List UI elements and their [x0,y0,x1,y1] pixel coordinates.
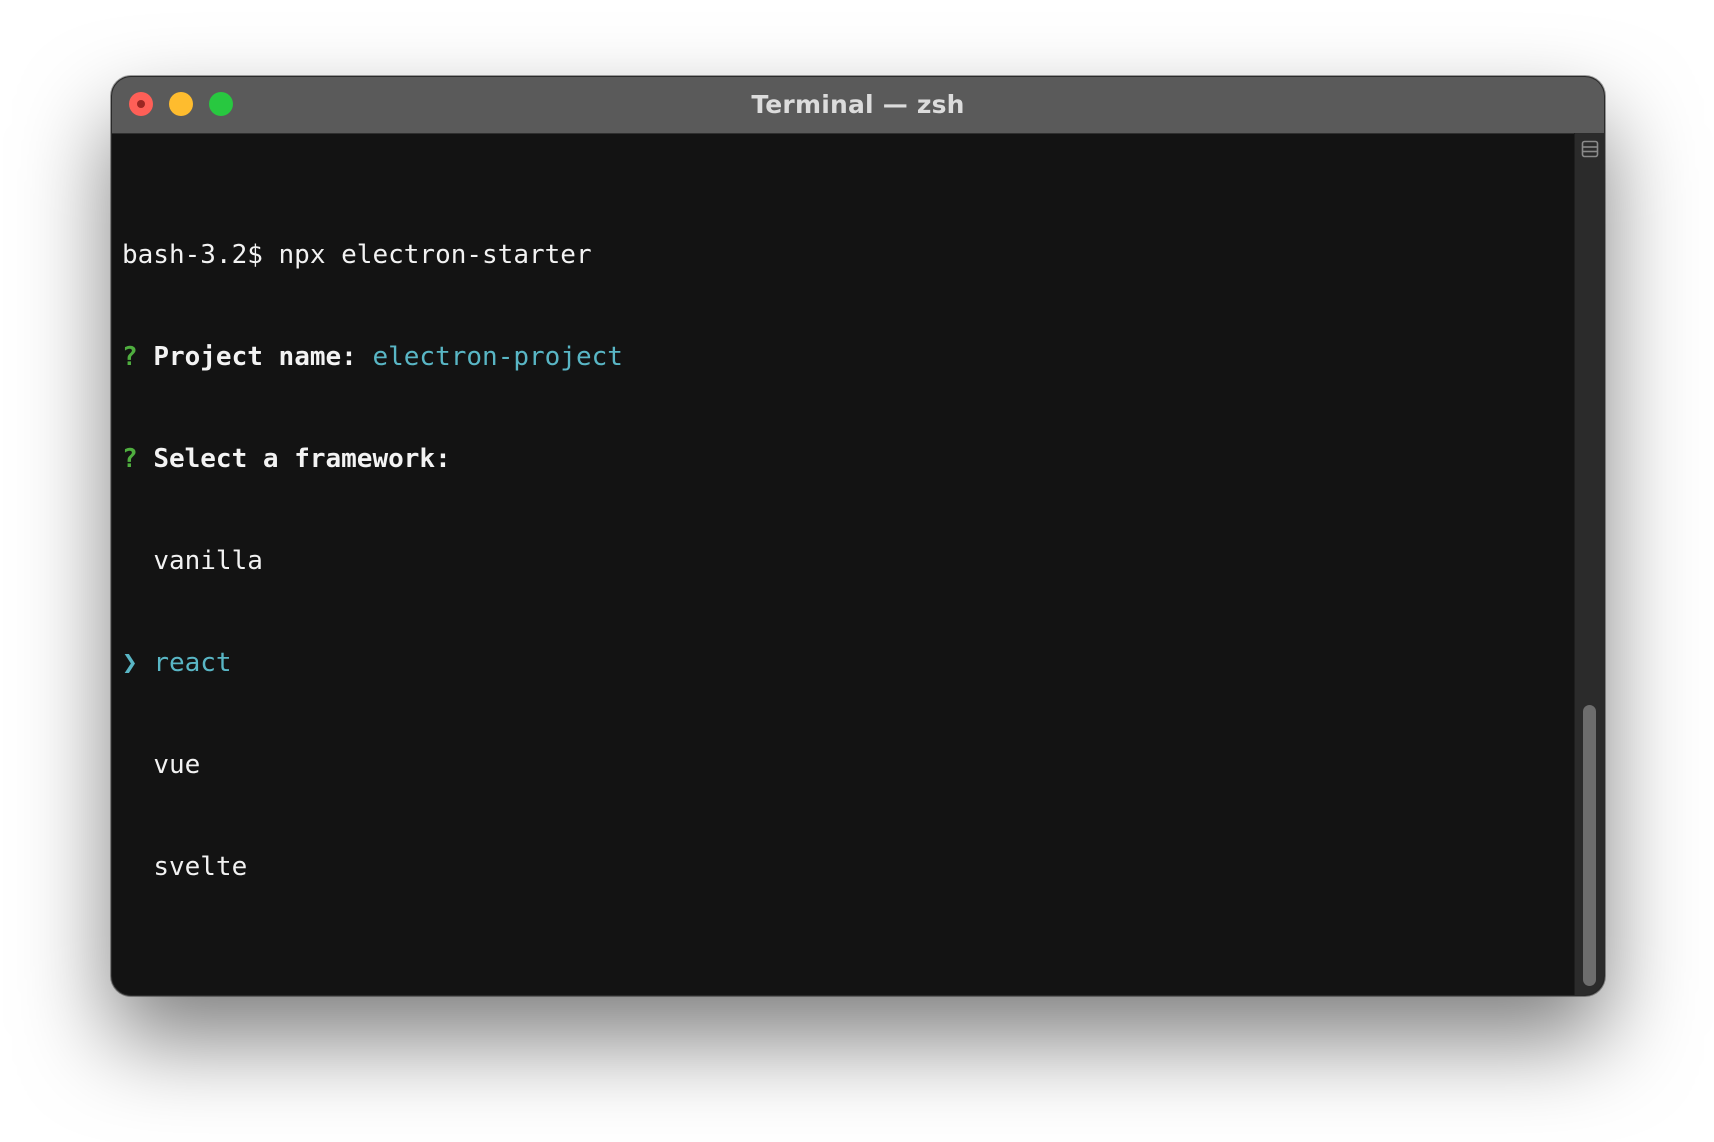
framework-option-vue[interactable]: vue [122,748,623,782]
command-line: bash-3.2$ npx electron-starter [122,240,592,270]
framework-prompt: ? Select a framework: [122,442,623,476]
vertical-scrollbar[interactable] [1574,133,1604,995]
project-name-prompt: ? Project name: electron-project [122,340,623,374]
split-pane-icon[interactable] [1581,140,1599,158]
option-label: vanilla [153,546,263,576]
scrollbar-thumb[interactable] [1583,705,1596,986]
option-label: svelte [153,852,248,882]
project-name-label: Project name: [153,342,357,372]
framework-option-svelte[interactable]: svelte [122,850,623,884]
terminal-window: Terminal — zsh bash-3.2$ npx electron-st… [111,76,1605,996]
terminal-content[interactable]: bash-3.2$ npx electron-starter ? Project… [122,170,623,952]
option-pointer [122,750,138,780]
prompt-marker: ? [122,342,138,372]
option-label: vue [153,750,201,780]
framework-label: Select a framework: [153,444,451,474]
project-name-value: electron-project [372,342,623,372]
window-title: Terminal — zsh [751,90,965,119]
framework-option-vanilla[interactable]: vanilla [122,544,623,578]
option-pointer [122,546,138,576]
option-label: react [153,648,232,678]
framework-option-react[interactable]: ❯ react [122,646,623,680]
prompt-marker: ? [122,444,138,474]
selection-pointer-icon: ❯ [122,648,138,678]
option-pointer [122,852,138,882]
title-bar[interactable]: Terminal — zsh [112,77,1604,134]
